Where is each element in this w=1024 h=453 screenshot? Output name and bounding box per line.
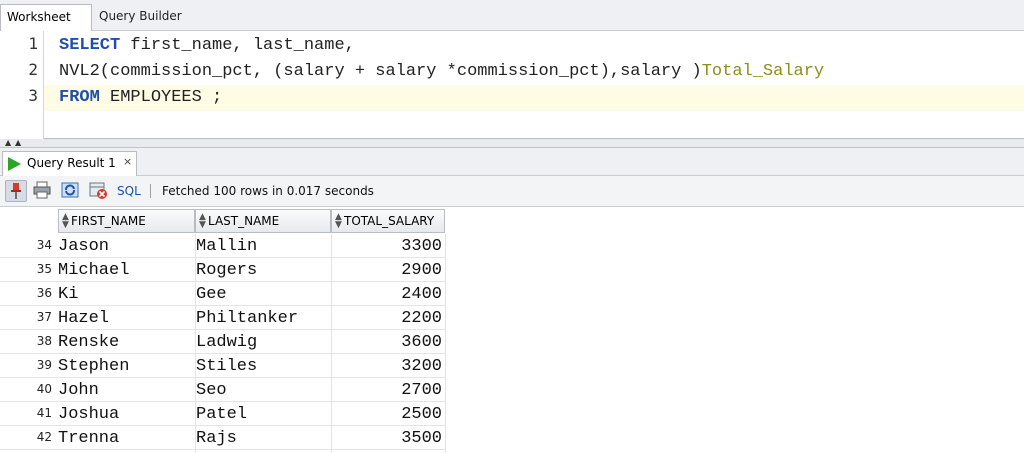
sql-editor[interactable]: 1 2 3 SELECT first_name, last_name, NVL2… [0, 31, 1024, 139]
close-icon[interactable]: × [123, 155, 132, 168]
sql-link[interactable]: SQL [117, 184, 141, 198]
toolbar-separator [150, 184, 151, 198]
code-line-3[interactable]: FROM EMPLOYEES ; [44, 85, 1024, 111]
cell-total-salary[interactable]: 3300 [332, 234, 442, 258]
row-number: 37 [36, 310, 52, 324]
column-alias: Total_Salary [701, 62, 825, 81]
clear-button[interactable] [88, 180, 110, 202]
row-number: 34 [36, 238, 52, 252]
row-number: 42 [36, 430, 52, 444]
cell-last-name[interactable]: Rajs [196, 426, 237, 450]
result-tab-label: Query Result 1 [27, 156, 116, 170]
collapse-up-icon[interactable]: ▲ [5, 139, 11, 147]
table-row[interactable]: 36 Ki Gee 2400 [0, 282, 446, 306]
column-header-label: FIRST_NAME [71, 214, 146, 228]
table-row[interactable]: 34 Jason Mallin 3300 [0, 234, 446, 258]
panel-splitter[interactable]: ▲ ▲ [0, 139, 1024, 148]
cell-first-name[interactable]: Stephen [58, 354, 129, 378]
table-row[interactable]: 42 Trenna Rajs 3500 [0, 426, 446, 450]
cell-first-name[interactable]: Trenna [58, 426, 119, 450]
editor-tab-bar: Worksheet Query Builder [0, 0, 1024, 31]
refresh-button[interactable] [60, 180, 82, 202]
cell-last-name[interactable]: Ladwig [196, 330, 257, 354]
result-tab-bar: Query Result 1 × [0, 148, 1024, 176]
table-row[interactable]: 40 John Seo 2700 [0, 378, 446, 402]
refresh-icon [61, 182, 79, 198]
cell-total-salary[interactable]: 2200 [332, 306, 442, 330]
cell-last-name[interactable]: Patel [196, 402, 247, 426]
column-header-total-salary[interactable]: ▲ ▼ TOTAL_SALARY [331, 209, 445, 233]
line-number: 2 [28, 60, 38, 79]
code-text: first_name, last_name, [120, 36, 355, 55]
row-number: 36 [36, 286, 52, 300]
line-number: 1 [28, 34, 38, 53]
cell-total-salary[interactable]: 3600 [332, 330, 442, 354]
cell-last-name[interactable]: Philtanker [196, 306, 298, 330]
row-number: 39 [36, 358, 52, 372]
line-number-gutter: 1 2 3 [0, 31, 44, 139]
cell-last-name[interactable]: Rogers [196, 258, 257, 282]
row-number: 40 [36, 382, 52, 396]
sql-keyword: FROM [59, 88, 100, 107]
grid-header: ▲ ▼ FIRST_NAME ▲ ▼ LAST_NAME ▲ ▼ TOTAL_SALA… [0, 207, 1024, 234]
code-text: NVL2(commission_pct, (salary + salary *c… [59, 62, 702, 81]
collapse-down-icon[interactable]: ▲ [15, 139, 21, 147]
result-grid[interactable]: ▲ ▼ FIRST_NAME ▲ ▼ LAST_NAME ▲ ▼ TOTAL_SALA… [0, 207, 1024, 453]
tab-query-result[interactable]: Query Result 1 × [2, 151, 137, 176]
column-header-label: LAST_NAME [208, 214, 280, 228]
cell-total-salary[interactable]: 2400 [332, 282, 442, 306]
table-row[interactable]: 41 Joshua Patel 2500 [0, 402, 446, 426]
cell-total-salary[interactable]: 2700 [332, 378, 442, 402]
cell-total-salary[interactable]: 3200 [332, 354, 442, 378]
code-line-1[interactable]: SELECT first_name, last_name, [44, 33, 1024, 59]
column-header-label: TOTAL_SALARY [344, 214, 435, 228]
cell-total-salary[interactable]: 2500 [332, 402, 442, 426]
cell-first-name[interactable]: Joshua [58, 402, 119, 426]
fetch-status: Fetched 100 rows in 0.017 seconds [162, 184, 374, 198]
row-number: 35 [36, 262, 52, 276]
sort-icon: ▲ ▼ [335, 212, 342, 230]
pin-button[interactable] [5, 180, 27, 202]
print-button[interactable] [32, 180, 54, 202]
result-toolbar: SQL Fetched 100 rows in 0.017 seconds [0, 176, 1024, 207]
cell-first-name[interactable]: Renske [58, 330, 119, 354]
code-text: EMPLOYEES ; [99, 88, 223, 107]
cell-total-salary[interactable]: 2900 [332, 258, 442, 282]
cell-total-salary[interactable]: 3500 [332, 426, 442, 450]
cell-last-name[interactable]: Mallin [196, 234, 257, 258]
table-row[interactable]: 39 Stephen Stiles 3200 [0, 354, 446, 378]
tab-worksheet[interactable]: Worksheet [0, 4, 92, 31]
row-number: 41 [36, 406, 52, 420]
column-header-first-name[interactable]: ▲ ▼ FIRST_NAME [58, 209, 195, 233]
row-number: 38 [36, 334, 52, 348]
clear-icon [89, 182, 107, 199]
run-icon [8, 157, 21, 171]
cell-first-name[interactable]: Hazel [58, 306, 109, 330]
cell-last-name[interactable]: Seo [196, 378, 227, 402]
sort-icon: ▲ ▼ [199, 212, 206, 230]
table-row[interactable]: 38 Renske Ladwig 3600 [0, 330, 446, 354]
cell-first-name[interactable]: John [58, 378, 99, 402]
table-row[interactable]: 35 Michael Rogers 2900 [0, 258, 446, 282]
tab-query-builder[interactable]: Query Builder [93, 4, 193, 31]
sql-keyword: SELECT [59, 36, 121, 55]
cell-last-name[interactable]: Gee [196, 282, 227, 306]
table-row[interactable]: 37 Hazel Philtanker 2200 [0, 306, 446, 330]
line-number: 3 [28, 86, 38, 105]
cell-first-name[interactable]: Ki [58, 282, 78, 306]
cell-last-name[interactable]: Stiles [196, 354, 257, 378]
sort-icon: ▲ ▼ [62, 212, 69, 230]
print-icon [33, 181, 51, 199]
column-header-last-name[interactable]: ▲ ▼ LAST_NAME [195, 209, 331, 233]
cell-first-name[interactable]: Michael [58, 258, 129, 282]
cell-first-name[interactable]: Jason [58, 234, 109, 258]
code-line-2[interactable]: NVL2(commission_pct, (salary + salary *c… [44, 59, 1024, 85]
pin-icon [11, 183, 21, 199]
